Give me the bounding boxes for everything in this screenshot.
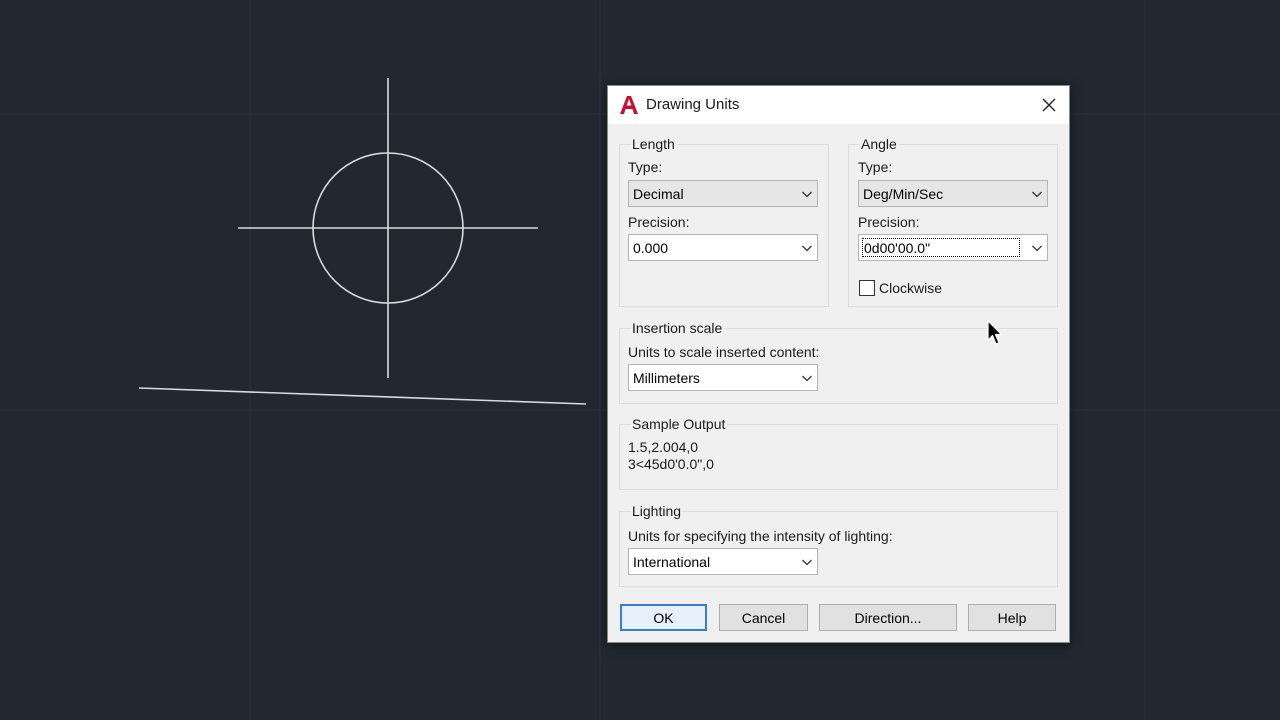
length-precision-value: 0.000 [633, 240, 669, 256]
angle-type-value: Deg/Min/Sec [863, 186, 944, 202]
mouse-pointer-icon [987, 320, 1003, 345]
autocad-logo-icon [620, 96, 638, 114]
circle-with-crosshair[interactable] [238, 78, 538, 378]
angle-precision-value: 0d00'00.0" [862, 238, 1020, 257]
sample-output-line-2: 3<45d0'0.0",0 [628, 456, 714, 472]
length-type-label: Type: [628, 159, 663, 175]
chevron-down-icon [802, 245, 812, 252]
angle-precision-label: Precision: [858, 214, 920, 230]
dialog-titlebar[interactable]: Drawing Units [608, 86, 1069, 124]
clockwise-checkbox[interactable] [859, 280, 875, 296]
chevron-down-icon [802, 191, 812, 198]
insertion-units-value: Millimeters [633, 370, 700, 386]
chevron-down-icon [802, 559, 812, 566]
help-button-label: Help [997, 609, 1027, 626]
cancel-button-label: Cancel [741, 609, 786, 626]
sample-output-line-1: 1.5,2.004,0 [628, 439, 699, 455]
insertion-scale-group-title: Insertion scale [630, 320, 725, 336]
ok-button[interactable]: OK [620, 604, 707, 631]
length-group-title: Length [630, 136, 677, 152]
lighting-units-select[interactable]: International [628, 548, 818, 575]
length-precision-select[interactable]: 0.000 [628, 234, 818, 261]
close-button[interactable] [1029, 86, 1069, 124]
direction-button[interactable]: Direction... [819, 604, 957, 631]
help-button[interactable]: Help [968, 604, 1056, 631]
length-type-value: Decimal [633, 186, 684, 202]
lighting-label: Units for specifying the intensity of li… [628, 528, 893, 544]
angle-type-select[interactable]: Deg/Min/Sec [858, 180, 1048, 207]
chevron-down-icon [1032, 245, 1042, 252]
chevron-down-icon [1032, 191, 1042, 198]
length-precision-label: Precision: [628, 214, 690, 230]
chevron-down-icon [802, 375, 812, 382]
insertion-scale-label: Units to scale inserted content: [628, 344, 820, 360]
sample-output-group-title: Sample Output [630, 416, 728, 432]
cancel-button[interactable]: Cancel [719, 604, 808, 631]
lighting-group-title: Lighting [630, 503, 684, 519]
angle-precision-select[interactable]: 0d00'00.0" [858, 234, 1048, 261]
drawn-line[interactable] [138, 387, 587, 405]
direction-button-label: Direction... [854, 609, 922, 626]
close-icon [1042, 98, 1056, 112]
clockwise-label[interactable]: Clockwise [879, 280, 942, 296]
length-type-select[interactable]: Decimal [628, 180, 818, 207]
insertion-units-select[interactable]: Millimeters [628, 364, 818, 391]
lighting-units-value: International [633, 554, 711, 570]
angle-group-title: Angle [859, 136, 899, 152]
dialog-title: Drawing Units [646, 96, 740, 113]
ok-button-label: OK [653, 609, 674, 626]
angle-type-label: Type: [858, 159, 893, 175]
drawing-units-dialog: Drawing Units Length Type: Decimal Preci… [607, 85, 1070, 643]
